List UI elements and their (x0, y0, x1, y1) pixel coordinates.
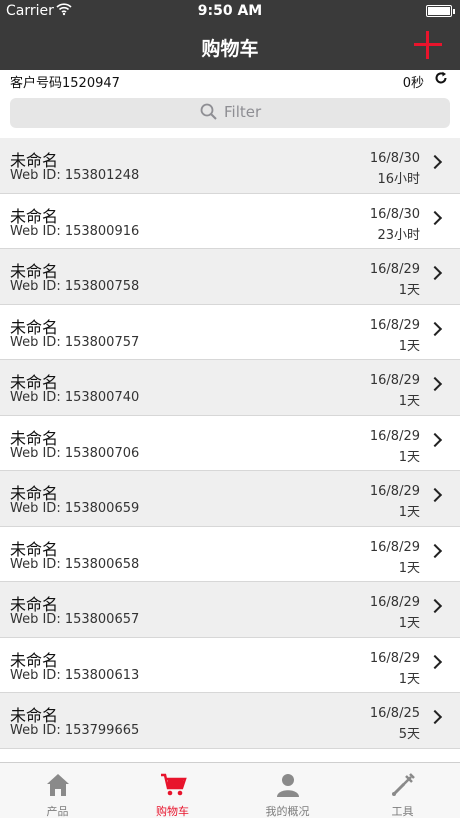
cart-date: 16/8/29 (369, 650, 420, 666)
chevron-right-icon (427, 543, 443, 558)
tab-label: 产品 (46, 805, 69, 818)
chevron-right-icon (427, 154, 443, 170)
status-bar: Carrier 9:50 AM (0, 0, 460, 22)
clock: 9:50 AM (197, 3, 263, 19)
cart-icon (159, 771, 187, 799)
tab-label: 我的概况 (265, 805, 310, 818)
list-item[interactable]: 未命名 Web ID: 153799665 16/8/25 5天 (0, 693, 460, 749)
cart-date: 16/8/29 (369, 539, 420, 555)
cart-date: 16/8/29 (369, 317, 420, 333)
filter-input[interactable]: Filter (10, 98, 450, 128)
cart-date: 16/8/30 (369, 151, 420, 166)
list-item[interactable]: 未命名 Web ID: 153800658 16/8/29 1天 (0, 526, 460, 582)
list-item[interactable]: 未命名 Web ID: 153800613 16/8/29 1天 (0, 637, 460, 693)
tab-products[interactable]: 产品 (0, 763, 115, 818)
web-id: Web ID: 153799665 (10, 723, 140, 738)
web-id: Web ID: 153800757 (10, 334, 140, 350)
cart-age: 5天 (398, 727, 420, 742)
list-item[interactable]: 未命名 Web ID: 153800740 16/8/29 1天 (0, 360, 460, 416)
cart-age: 1天 (398, 671, 420, 687)
tab-cart[interactable]: 购物车 (115, 763, 230, 818)
home-icon (44, 771, 72, 799)
chevron-right-icon (427, 487, 443, 503)
cart-age: 1天 (398, 616, 420, 631)
cart-age: 1天 (398, 338, 420, 354)
chevron-right-icon (427, 709, 443, 725)
cart-date: 16/8/29 (369, 595, 420, 610)
list-item[interactable]: 未命名 Web ID: 153800758 16/8/29 1天 (0, 249, 460, 305)
list-item[interactable]: 未命名 Web ID: 153800916 16/8/30 23小时 (0, 193, 460, 249)
chevron-right-icon (427, 210, 443, 225)
search-icon (200, 103, 218, 121)
tab-profile[interactable]: 我的概况 (230, 763, 345, 818)
tab-tools[interactable]: 工具 (345, 763, 460, 818)
list-item[interactable]: 未命名 (0, 748, 460, 762)
cart-date: 16/8/29 (369, 428, 420, 444)
cart-date: 16/8/29 (369, 484, 420, 499)
nav-bar: 购物车 (0, 22, 460, 70)
cart-date: 16/8/25 (369, 706, 420, 721)
chevron-right-icon (427, 265, 443, 281)
filter-container: Filter (0, 90, 460, 138)
web-id: Web ID: 153800916 (10, 223, 140, 239)
battery-icon (426, 5, 455, 17)
cart-date: 16/8/29 (369, 262, 420, 277)
tools-icon (389, 771, 417, 799)
cart-list: 未命名 Web ID: 153801248 16/8/30 16小时 未命名 Web ID… (0, 138, 460, 762)
web-id: Web ID: 153801248 (10, 168, 140, 183)
cart-age: 1天 (398, 394, 420, 409)
web-id: Web ID: 153800657 (10, 612, 140, 627)
web-id: Web ID: 153800613 (10, 667, 140, 683)
tab-bar: 产品 购物车 我的概况 工具 (0, 762, 460, 818)
cart-age: 23小时 (377, 227, 420, 243)
plus-icon[interactable] (414, 31, 442, 59)
cart-age: 1天 (398, 505, 420, 520)
chevron-right-icon (427, 432, 443, 447)
chevron-right-icon (427, 598, 443, 614)
list-item[interactable]: 未命名 Web ID: 153801248 16/8/30 16小时 (0, 138, 460, 194)
info-bar: 客户号码1520947 0秒 (0, 70, 460, 91)
filter-placeholder: Filter (224, 103, 262, 121)
list-item[interactable]: 未命名 Web ID: 153800757 16/8/29 1天 (0, 304, 460, 360)
customer-number: 客户号码1520947 (10, 76, 120, 91)
web-id: Web ID: 153800706 (10, 445, 140, 461)
list-item[interactable]: 未命名 Web ID: 153800706 16/8/29 1天 (0, 415, 460, 471)
tab-label: 购物车 (156, 805, 189, 818)
elapsed-seconds: 0秒 (402, 76, 424, 91)
list-item[interactable]: 未命名 Web ID: 153800657 16/8/29 1天 (0, 582, 460, 638)
web-id: Web ID: 153800658 (10, 556, 140, 572)
web-id: Web ID: 153800740 (10, 390, 140, 405)
page-title: 购物车 (201, 38, 259, 60)
cart-age: 1天 (398, 560, 420, 576)
cart-age: 16小时 (377, 172, 420, 187)
refresh-icon[interactable] (434, 71, 448, 89)
chevron-right-icon (427, 376, 443, 392)
chevron-right-icon (427, 654, 443, 669)
cart-age: 1天 (398, 449, 420, 465)
cart-age: 1天 (398, 283, 420, 298)
cart-date: 16/8/29 (369, 373, 420, 388)
web-id: Web ID: 153800659 (10, 501, 140, 516)
cart-date: 16/8/30 (369, 206, 420, 222)
chevron-right-icon (427, 321, 443, 336)
tab-label: 工具 (391, 805, 414, 818)
web-id: Web ID: 153800758 (10, 279, 140, 294)
list-item[interactable]: 未命名 Web ID: 153800659 16/8/29 1天 (0, 471, 460, 527)
person-icon (274, 771, 302, 799)
